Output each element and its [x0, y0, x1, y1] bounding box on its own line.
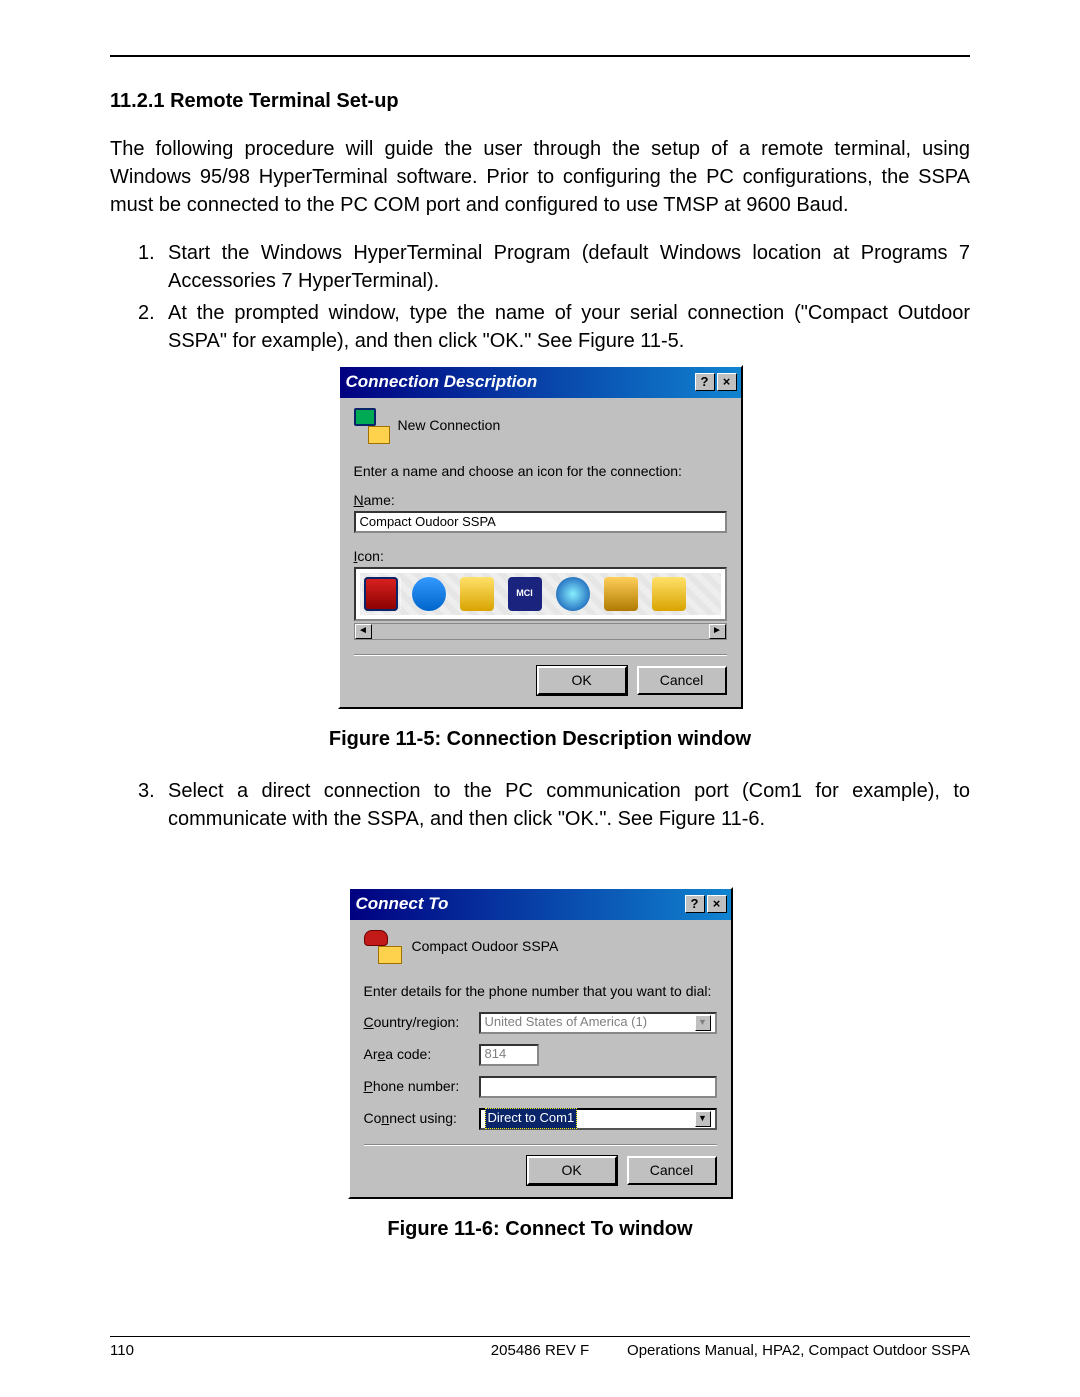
name-label: Name:: [354, 491, 727, 511]
icon-option-modem[interactable]: [460, 577, 494, 611]
name-input[interactable]: [354, 511, 727, 533]
step-list: 1. Start the Windows HyperTerminal Progr…: [110, 239, 970, 355]
scroll-left-button[interactable]: ◄: [355, 624, 372, 639]
icon-option-att[interactable]: [556, 577, 590, 611]
step-1-marker: 1.: [138, 239, 168, 295]
section-number: 11.2.1: [110, 90, 165, 112]
ok-button-2[interactable]: OK: [527, 1156, 617, 1186]
icon-option-handset[interactable]: [652, 577, 686, 611]
doc-id: 205486 REV F: [491, 1340, 589, 1361]
step-list-continued: 3. Select a direct connection to the PC …: [110, 777, 970, 833]
step-3-text: Select a direct connection to the PC com…: [168, 777, 970, 833]
area-code-value: 814: [485, 1045, 507, 1063]
dialog-title: Connection Description: [346, 370, 693, 394]
bottom-rule: [110, 1336, 970, 1337]
step-2-text: At the prompted window, type the name of…: [168, 299, 970, 355]
close-button-2[interactable]: ×: [707, 895, 727, 913]
top-rule: [110, 55, 970, 57]
dial-instruction-text: Enter details for the phone number that …: [364, 982, 717, 1002]
dropdown-arrow-icon[interactable]: ▼: [695, 1015, 711, 1031]
phone-number-input[interactable]: [479, 1076, 717, 1098]
dropdown-arrow-icon-2[interactable]: ▼: [695, 1111, 711, 1127]
area-code-label: Area code:: [364, 1045, 479, 1065]
connection-phone-icon: [364, 930, 404, 964]
page-number: 110: [110, 1340, 134, 1361]
section-title: Remote Terminal Set-up: [170, 90, 399, 112]
country-value: United States of America (1): [485, 1013, 648, 1031]
doc-title: Operations Manual, HPA2, Compact Outdoor…: [627, 1340, 970, 1361]
icon-option-fax[interactable]: [604, 577, 638, 611]
step-2-marker: 2.: [138, 299, 168, 355]
country-label: Country/region:: [364, 1013, 479, 1033]
icon-picker[interactable]: [354, 567, 727, 621]
icon-option-globe[interactable]: [412, 577, 446, 611]
new-connection-label: New Connection: [398, 416, 501, 436]
dialog-titlebar[interactable]: Connection Description ? ×: [340, 367, 741, 398]
connection-name-label: Compact Oudoor SSPA: [412, 937, 559, 957]
connect-using-label: Connect using:: [364, 1109, 479, 1129]
intro-paragraph: The following procedure will guide the u…: [110, 135, 970, 219]
phone-number-label: Phone number:: [364, 1077, 479, 1097]
figure-11-6-caption: Figure 11-6: Connect To window: [110, 1215, 970, 1243]
icon-option-mci[interactable]: [508, 577, 542, 611]
icon-label: Icon:: [354, 547, 727, 567]
scroll-right-button[interactable]: ►: [709, 624, 726, 639]
step-1-text: Start the Windows HyperTerminal Program …: [168, 239, 970, 295]
ok-button[interactable]: OK: [537, 666, 627, 696]
area-code-input[interactable]: 814: [479, 1044, 539, 1066]
instruction-text: Enter a name and choose an icon for the …: [354, 462, 727, 482]
figure-11-6: Connect To ? × Compact Oudoor SSPA Enter…: [110, 887, 970, 1199]
hyperterminal-icon: [354, 408, 390, 444]
dialog2-titlebar[interactable]: Connect To ? ×: [350, 889, 731, 920]
step-3: 3. Select a direct connection to the PC …: [138, 777, 970, 833]
section-heading: 11.2.1 Remote Terminal Set-up: [110, 87, 970, 115]
icon-option-phone[interactable]: [364, 577, 398, 611]
help-button-2[interactable]: ?: [685, 895, 705, 913]
step-2: 2. At the prompted window, type the name…: [138, 299, 970, 355]
dialog2-title: Connect To: [356, 892, 683, 916]
step-3-marker: 3.: [138, 777, 168, 833]
connect-to-dialog: Connect To ? × Compact Oudoor SSPA Enter…: [348, 887, 733, 1199]
connect-using-value: Direct to Com1: [485, 1108, 578, 1128]
cancel-button-2[interactable]: Cancel: [627, 1156, 717, 1186]
help-button[interactable]: ?: [695, 373, 715, 391]
close-button[interactable]: ×: [717, 373, 737, 391]
connect-using-combo[interactable]: Direct to Com1 ▼: [479, 1108, 717, 1130]
page-footer: 110 205486 REV F Operations Manual, HPA2…: [110, 1340, 970, 1361]
connection-description-dialog: Connection Description ? × New Connectio…: [338, 365, 743, 709]
figure-11-5: Connection Description ? × New Connectio…: [110, 365, 970, 709]
icon-scrollbar[interactable]: ◄ ►: [354, 623, 727, 640]
figure-11-5-caption: Figure 11-5: Connection Description wind…: [110, 725, 970, 753]
country-combo[interactable]: United States of America (1) ▼: [479, 1012, 717, 1034]
step-1: 1. Start the Windows HyperTerminal Progr…: [138, 239, 970, 295]
cancel-button[interactable]: Cancel: [637, 666, 727, 696]
